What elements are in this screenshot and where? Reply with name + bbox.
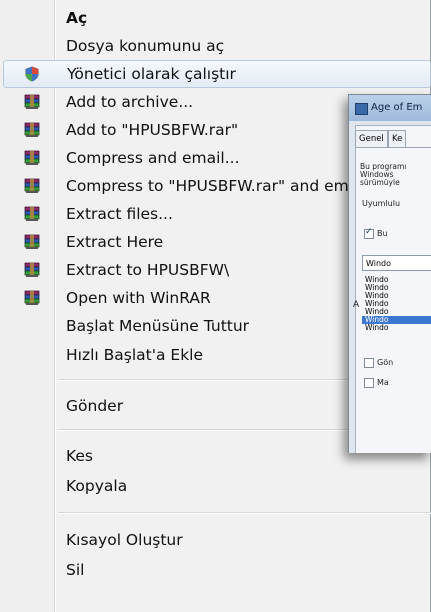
compat-mode-list: Windo Windo Windo Windo Windo Windo Wind… bbox=[362, 276, 431, 332]
menu-item-run-as-admin[interactable]: Yönetici olarak çalıştır bbox=[3, 60, 431, 88]
window-title: Age of Em bbox=[371, 102, 423, 113]
menu-item-label: Open with WinRAR bbox=[66, 289, 211, 307]
menu-item-delete[interactable]: Sil bbox=[3, 556, 431, 584]
menu-item-label: Sil bbox=[66, 561, 85, 579]
menu-item-label: Gönder bbox=[66, 397, 124, 415]
menu-separator bbox=[58, 512, 431, 514]
menu-item-label: Kısayol Oluştur bbox=[66, 531, 183, 549]
app-icon bbox=[355, 103, 368, 115]
menu-item-label: Yönetici olarak çalıştır bbox=[67, 65, 236, 83]
winrar-icon bbox=[24, 122, 40, 137]
winrar-icon bbox=[24, 206, 40, 221]
winrar-icon bbox=[24, 290, 40, 305]
uac-shield-icon bbox=[25, 66, 39, 82]
menu-item-label: Add to "HPUSBFW.rar" bbox=[66, 121, 239, 139]
tab-general[interactable]: Genel bbox=[355, 130, 388, 147]
winrar-icon bbox=[24, 94, 40, 109]
menu-item-label: Compress to "HPUSBFW.rar" and email bbox=[66, 177, 367, 195]
menu-item-label: Extract files... bbox=[66, 205, 173, 223]
window-body: Genel Ke Bu programı Windows sürümüyle U… bbox=[353, 125, 431, 453]
section-letter: A bbox=[353, 300, 360, 310]
menu-item-label: Kopyala bbox=[66, 477, 128, 495]
compat-mode-combo[interactable]: Windo bbox=[362, 255, 431, 271]
tab-divider bbox=[356, 147, 431, 148]
menu-item-label: Kes bbox=[66, 447, 94, 465]
menu-item-label: Extract Here bbox=[66, 233, 164, 251]
menu-item-copy[interactable]: Kopyala bbox=[3, 472, 431, 500]
compat-mode-label: Bu bbox=[377, 229, 388, 238]
menu-item-open-file-location[interactable]: Dosya konumunu aç bbox=[3, 32, 431, 60]
compat-mode-checkbox[interactable] bbox=[364, 227, 374, 239]
menu-item-label: Add to archive... bbox=[66, 93, 194, 111]
compatibility-group-label: Uyumlulu bbox=[362, 199, 401, 208]
menu-item-label: Compress and email... bbox=[66, 149, 240, 167]
list-item[interactable]: Windo bbox=[362, 324, 431, 332]
winrar-icon bbox=[24, 178, 40, 193]
option-checkbox[interactable] bbox=[364, 358, 374, 368]
menu-item-label: Hızlı Başlat'a Ekle bbox=[66, 346, 204, 364]
menu-item-label: Dosya konumunu aç bbox=[66, 37, 225, 55]
option-label: Gön bbox=[377, 358, 394, 367]
menu-item-create-shortcut[interactable]: Kısayol Oluştur bbox=[3, 526, 431, 554]
winrar-icon bbox=[24, 234, 40, 249]
description-line: sürümüyle bbox=[360, 178, 400, 187]
tab-other[interactable]: Ke bbox=[388, 130, 407, 147]
window-titlebar[interactable]: Age of Em bbox=[349, 95, 431, 121]
menu-item-label: Aç bbox=[66, 9, 88, 27]
properties-window: Age of Em Genel Ke Bu programı Windows s… bbox=[348, 94, 431, 453]
winrar-icon bbox=[24, 150, 40, 165]
option-label: Ma bbox=[377, 378, 389, 387]
menu-item-label: Extract to HPUSBFW\ bbox=[66, 261, 230, 279]
menu-item-label: Başlat Menüsüne Tuttur bbox=[66, 317, 250, 335]
winrar-icon bbox=[24, 262, 40, 277]
menu-item-open[interactable]: Aç bbox=[3, 4, 431, 32]
option-checkbox[interactable] bbox=[364, 378, 374, 388]
